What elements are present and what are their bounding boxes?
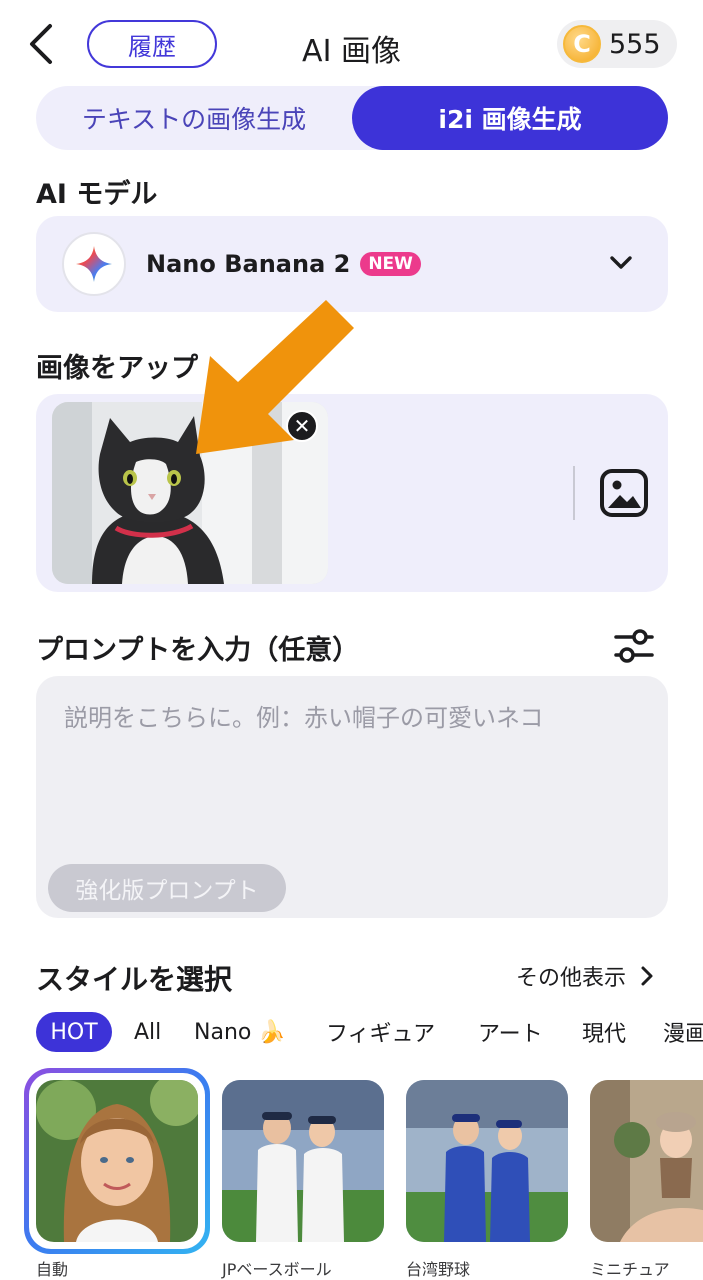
- prompt-box: 強化版プロンプト: [36, 676, 668, 918]
- chevron-right-icon: [641, 966, 653, 986]
- model-name: Nano Banana 2: [146, 250, 351, 278]
- tab-text-to-image[interactable]: テキストの画像生成: [36, 86, 352, 150]
- upload-area[interactable]: ✕: [36, 394, 668, 592]
- divider: [573, 466, 575, 520]
- enhance-prompt-button[interactable]: 強化版プロンプト: [48, 864, 286, 912]
- chip-manga[interactable]: 漫画: [663, 1012, 703, 1052]
- show-more-label: その他表示: [516, 966, 627, 991]
- chip-modern[interactable]: 現代: [582, 1012, 626, 1052]
- upload-section-label: 画像をアップ: [36, 353, 198, 384]
- chip-art[interactable]: アート: [478, 1012, 543, 1052]
- model-logo-icon: [62, 232, 126, 296]
- sliders-icon[interactable]: [612, 626, 656, 666]
- style-miniature-image: [590, 1080, 703, 1242]
- history-button[interactable]: 履歴: [87, 20, 217, 68]
- model-section-label: AI モデル: [36, 179, 158, 210]
- style-filter-chips: HOT All Nano 🍌 フィギュア アート 現代 漫画: [36, 1012, 703, 1052]
- chip-figure[interactable]: フィギュア: [326, 1012, 435, 1052]
- back-icon[interactable]: [22, 22, 62, 66]
- style-caption: ミニチュア: [590, 1260, 670, 1279]
- new-badge: NEW: [360, 252, 421, 276]
- chip-hot[interactable]: HOT: [36, 1012, 112, 1052]
- style-taiwan-baseball-image: [406, 1080, 568, 1242]
- image-gallery-icon[interactable]: [599, 468, 649, 518]
- coin-balance[interactable]: C 555: [557, 20, 677, 68]
- tab-image-to-image[interactable]: i2i 画像生成: [352, 86, 668, 150]
- prompt-section-label: プロンプトを入力（任意）: [36, 635, 360, 666]
- coin-count: 555: [609, 28, 661, 60]
- style-section-label: スタイルを選択: [36, 963, 233, 996]
- style-caption: 台湾野球: [406, 1260, 471, 1279]
- style-jp-baseball-image: [222, 1080, 384, 1242]
- coin-icon: C: [563, 25, 601, 63]
- style-caption: 自動: [36, 1260, 69, 1279]
- style-caption: JPベースボール: [222, 1260, 332, 1279]
- chip-nano[interactable]: Nano 🍌: [194, 1012, 286, 1052]
- model-select[interactable]: Nano Banana 2 NEW: [36, 216, 668, 312]
- prompt-input[interactable]: [64, 704, 648, 732]
- mode-tabs: テキストの画像生成 i2i 画像生成: [36, 86, 668, 150]
- show-more-link[interactable]: その他表示: [516, 960, 658, 992]
- style-auto-image: [36, 1080, 198, 1242]
- chevron-down-icon: [610, 256, 632, 269]
- chip-all[interactable]: All: [134, 1012, 161, 1052]
- style-thumbnails: 自動 JPベースボール 台湾野球 ミニチュア: [24, 1068, 703, 1280]
- remove-image-button[interactable]: ✕: [286, 410, 318, 442]
